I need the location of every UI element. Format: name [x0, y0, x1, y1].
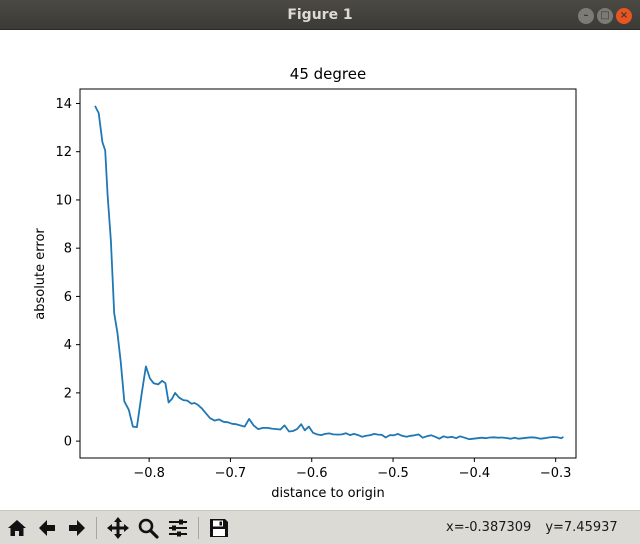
x-coordinate-readout: x=-0.387309: [446, 520, 532, 535]
x-axis: −0.8 −0.7 −0.6 −0.5 −0.4 −0.3: [133, 458, 571, 481]
y-tick-label: 4: [64, 338, 72, 353]
figure-canvas[interactable]: 45 degree 0 2 4 6 8 10 12 14 −0.8 −0.7 −0.6 −0.5 −0…: [0, 30, 640, 510]
cursor-coordinates: x=-0.387309 y=7.45937: [446, 520, 632, 535]
back-arrow-icon[interactable]: [33, 514, 61, 542]
series-line: [94, 105, 564, 441]
minimize-button[interactable]: –: [578, 8, 594, 24]
y-tick-label: 14: [55, 97, 72, 112]
axes-frame: [79, 88, 577, 459]
x-axis-label: distance to origin: [271, 486, 384, 501]
y-axis: 0 2 4 6 8 10 12 14: [55, 97, 80, 450]
close-button[interactable]: ×: [616, 8, 632, 24]
y-tick-label: 2: [64, 386, 72, 401]
line-chart[interactable]: 45 degree 02468101214 −0.8 −0.7 −0.6 −0.5 −0…: [0, 30, 640, 510]
y-tick-label: 12: [55, 145, 72, 160]
x-tick-label: −0.3: [540, 466, 572, 481]
x-tick-label: −0.7: [215, 466, 247, 481]
window-title: Figure 1: [287, 7, 353, 23]
y-coordinate-readout: y=7.45937: [545, 520, 618, 535]
x-tick-label: −0.5: [377, 466, 409, 481]
save-icon[interactable]: [205, 514, 233, 542]
zoom-icon[interactable]: [134, 514, 162, 542]
forward-arrow-icon[interactable]: [63, 514, 91, 542]
chart-title: 45 degree: [290, 65, 366, 83]
window-titlebar: Figure 1 – □ ×: [0, 0, 640, 30]
maximize-button[interactable]: □: [597, 8, 613, 24]
navigation-toolbar: x=-0.387309 y=7.45937: [0, 510, 640, 544]
y-axis-label: absolute error: [33, 228, 48, 320]
x-tick-label: −0.6: [296, 466, 328, 481]
y-tick-label: 6: [64, 290, 72, 305]
toolbar-separator: [198, 517, 199, 539]
toolbar-separator: [96, 517, 97, 539]
subplots-icon[interactable]: [164, 514, 192, 542]
home-icon[interactable]: [3, 514, 31, 542]
y-tick-label: 0: [64, 435, 72, 450]
pan-icon[interactable]: [104, 514, 132, 542]
y-tick-label: 10: [55, 193, 72, 208]
x-tick-label: −0.8: [133, 466, 165, 481]
x-tick-label: −0.4: [459, 466, 491, 481]
y-tick-label: 8: [64, 242, 72, 257]
plot-area: [94, 105, 564, 441]
